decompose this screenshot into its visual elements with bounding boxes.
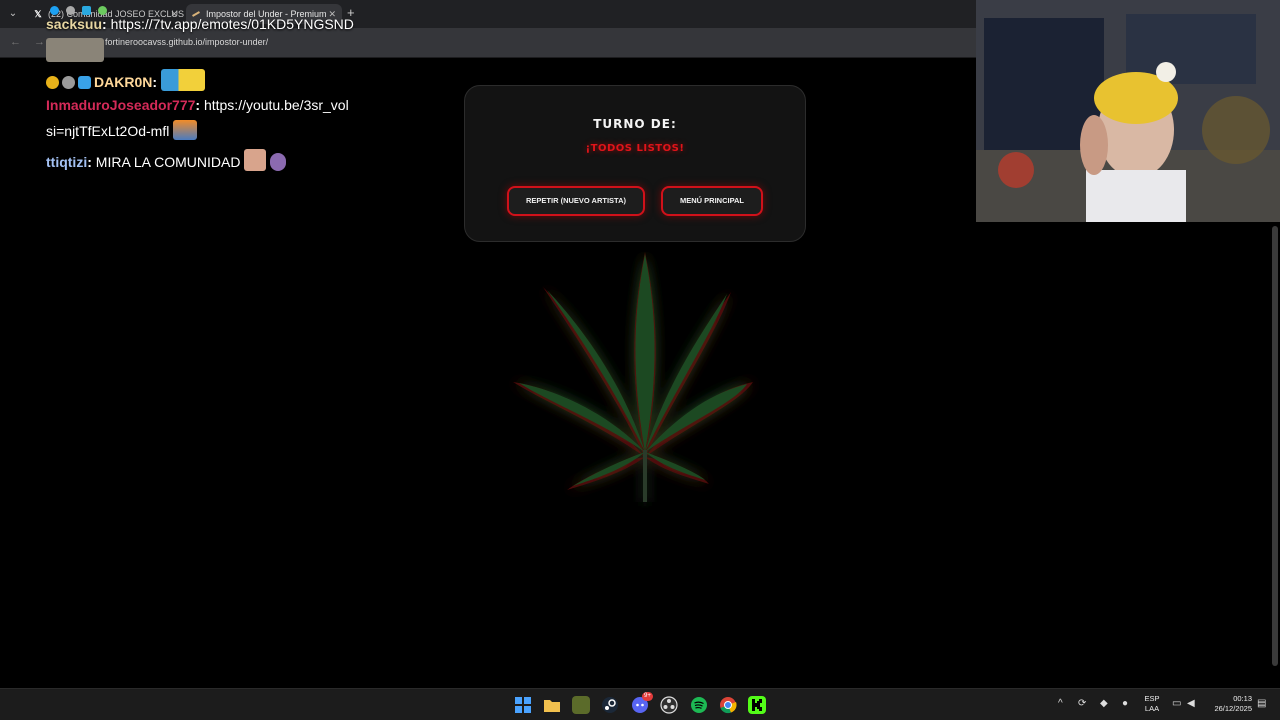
obs-icon[interactable] — [660, 696, 678, 714]
gray-badge-icon — [62, 76, 75, 89]
turn-title: TURNO DE: — [593, 117, 677, 131]
chat-message: sacksuu: https://7tv.app/emotes/01KD5YNG… — [46, 16, 354, 32]
chat-separator: : — [102, 16, 111, 32]
system-clock[interactable]: 00:13 26/12/2025 — [1206, 694, 1252, 714]
chat-username: sacksuu — [46, 16, 103, 32]
chat-text: si=njtTfExLt2Od-mfl — [46, 123, 170, 139]
url-field[interactable]: fortineroocavss.github.io/impostor-under… — [105, 37, 268, 47]
cannabis-leaf-icon — [495, 240, 775, 510]
spotify-icon[interactable] — [690, 696, 708, 714]
chat-message: DAKR0N: — [46, 69, 205, 91]
input-language[interactable]: ESP LAA — [1144, 694, 1160, 714]
file-explorer-icon[interactable] — [543, 696, 561, 714]
badge-icon — [50, 6, 59, 15]
chat-username: InmaduroJoseador777 — [46, 97, 196, 113]
main-menu-button[interactable]: MENÚ PRINCIPAL — [661, 186, 763, 216]
turn-modal: TURNO DE: ¡TODOS LISTOS! REPETIR (NUEVO … — [464, 85, 806, 242]
discord-icon[interactable]: 9+ — [631, 692, 653, 714]
webcam-overlay — [976, 0, 1280, 222]
chat-message: InmaduroJoseador777: https://youtu.be/3s… — [46, 97, 349, 113]
chat-badge-row — [50, 0, 110, 16]
forward-button[interactable]: → — [34, 36, 45, 48]
chat-text: https://7tv.app/emotes/01KD5YNGSND — [110, 16, 354, 32]
emote-image — [244, 149, 267, 171]
emote-image — [173, 120, 198, 140]
network-icon[interactable]: ▭ — [1172, 698, 1181, 709]
security-icon[interactable]: ◆ — [1100, 698, 1108, 709]
windows-start-icon[interactable] — [514, 696, 532, 714]
x-logo-icon: 𝕏 — [34, 9, 42, 19]
chat-separator: : — [87, 154, 96, 170]
chat-username: ttiqtizi — [46, 154, 88, 170]
notifications-icon[interactable]: ▤ — [1257, 698, 1266, 709]
badge-icon — [97, 6, 107, 15]
chat-text: https://youtu.be/3sr_vol — [203, 97, 349, 113]
chat-message-continuation: si=njtTfExLt2Od-mfl — [46, 120, 198, 140]
folder-app-icon[interactable] — [572, 696, 590, 714]
steam-icon[interactable] — [601, 696, 619, 714]
clock-time: 00:13 — [1233, 694, 1252, 703]
chrome-icon[interactable] — [719, 696, 737, 714]
chat-separator: : — [195, 97, 204, 113]
kick-icon[interactable] — [748, 696, 766, 714]
emote-preview-image — [46, 38, 104, 62]
emote-image — [160, 69, 205, 91]
chat-username: DAKR0N — [94, 74, 153, 90]
tab-search-button[interactable]: ⌄ — [4, 5, 22, 23]
badge-icon — [81, 6, 91, 15]
cube-badge-icon — [78, 76, 91, 89]
lang-layout: LAA — [1144, 704, 1160, 713]
praying-hands-emoji-icon — [270, 153, 287, 171]
back-button[interactable]: ← — [10, 36, 21, 48]
volume-icon[interactable]: ◀ — [1187, 698, 1195, 709]
notification-badge: 9+ — [642, 692, 653, 701]
page-scrollbar[interactable] — [1270, 222, 1280, 688]
chat-separator: : — [152, 74, 161, 90]
microphone-icon[interactable]: ● — [1122, 698, 1128, 709]
screen: ⌄ 𝕏 (22) Comunidad JOSEO EXCLUS ✕ Impost… — [0, 0, 1280, 720]
chat-text: MIRA LA COMUNIDAD — [95, 154, 241, 170]
badge-icon — [65, 6, 75, 15]
repeat-new-artist-button[interactable]: REPETIR (NUEVO ARTISTA) — [507, 186, 645, 216]
sub-badge-icon — [46, 76, 59, 89]
windows-taskbar: 9+ ^ ⟳ ◆ ● ESP LAA ▭ ◀ 00:13 26/12/2025 … — [0, 688, 1280, 720]
tray-overflow-icon[interactable]: ^ — [1058, 698, 1063, 709]
clock-date: 26/12/2025 — [1214, 704, 1252, 713]
lang-code: ESP — [1144, 694, 1160, 703]
scrollbar-thumb[interactable] — [1272, 226, 1278, 666]
chat-message: ttiqtizi: MIRA LA COMUNIDAD — [46, 149, 287, 171]
turn-status: ¡TODOS LISTOS! — [585, 143, 685, 154]
sync-icon[interactable]: ⟳ — [1078, 698, 1086, 709]
